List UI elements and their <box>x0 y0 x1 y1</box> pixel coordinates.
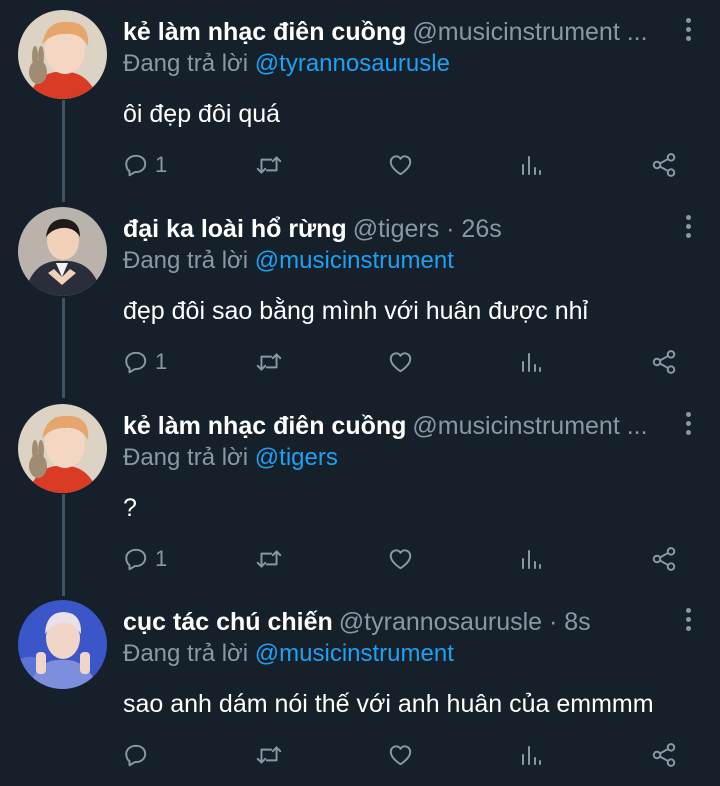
reply-count: 1 <box>155 349 168 374</box>
mention-link[interactable]: @musicinstrument <box>255 247 454 274</box>
stats-icon <box>522 746 541 765</box>
reply-prefix: Đang trả lời <box>123 247 249 274</box>
reply-prefix: Đang trả lời <box>123 50 249 77</box>
like-button[interactable] <box>387 735 414 775</box>
avatar[interactable] <box>18 10 107 99</box>
user-handle[interactable]: @musicinstrument ... <box>412 18 647 46</box>
display-name[interactable]: đại ka loài hổ rừng <box>123 215 347 243</box>
tweet-text: ôi đẹp đôi quá <box>123 100 281 128</box>
stats-button[interactable] <box>519 145 543 185</box>
share-icon <box>652 547 676 571</box>
avatar[interactable] <box>18 404 107 493</box>
like-button[interactable] <box>387 342 414 382</box>
like-button[interactable] <box>387 145 414 185</box>
stats-button[interactable] <box>519 539 543 579</box>
more-icon[interactable] <box>684 18 692 44</box>
reply-prefix: Đang trả lời <box>123 640 249 667</box>
like-button[interactable] <box>387 539 414 579</box>
mention-link[interactable]: @tigers <box>255 444 338 471</box>
tweet[interactable]: đại ka loài hổ rừng @tigers · 26s Đang tr… <box>0 197 720 393</box>
tweet-text: sao anh dám nói thế với anh huân của emm… <box>123 690 654 718</box>
stats-icon <box>522 353 541 372</box>
reply-icon <box>125 548 147 571</box>
reply-count: 1 <box>155 546 168 571</box>
mention-link[interactable]: @musicinstrument <box>255 640 454 667</box>
reply-icon <box>125 351 147 374</box>
replying-to: Đang trả lời @musicinstrument <box>123 245 454 277</box>
retweet-icon <box>256 550 282 568</box>
reply-prefix: Đang trả lời <box>123 444 249 471</box>
stats-icon <box>522 156 541 175</box>
more-icon[interactable] <box>684 608 692 634</box>
avatar[interactable] <box>18 207 107 296</box>
retweet-icon <box>256 156 282 174</box>
retweet-button[interactable] <box>255 735 283 775</box>
replying-to: Đang trả lời @musicinstrument <box>123 638 454 670</box>
display-name[interactable]: cục tác chú chiến <box>123 608 333 636</box>
mention-link[interactable]: @tyrannosaurusle <box>255 50 450 77</box>
user-handle[interactable]: @musicinstrument ... <box>412 412 647 440</box>
display-name[interactable]: kẻ làm nhạc điên cuồng <box>123 412 406 440</box>
reply-button[interactable]: 1 <box>123 539 167 579</box>
share-button[interactable] <box>650 735 678 775</box>
stats-button[interactable] <box>519 342 543 382</box>
tweet[interactable]: kẻ làm nhạc điên cuồng @musicinstrument .… <box>0 394 720 590</box>
tweet-header: kẻ làm nhạc điên cuồng @musicinstrument .… <box>123 410 674 442</box>
retweet-icon <box>256 746 282 764</box>
tweet[interactable]: cục tác chú chiến @tyrannosaurusle · 8s Đ… <box>0 590 720 786</box>
tweet-actions: 1 <box>0 145 720 185</box>
stats-icon <box>522 550 541 569</box>
tweet-text: đẹp đôi sao bằng mình với huân được nhỉ <box>123 297 589 325</box>
share-icon <box>652 743 676 767</box>
tweet-header: kẻ làm nhạc điên cuồng @musicinstrument .… <box>123 16 674 48</box>
tweet-actions: 1 <box>0 539 720 579</box>
reply-button[interactable] <box>123 735 155 775</box>
user-handle[interactable]: @tyrannosaurusle · 8s <box>339 608 591 636</box>
avatar[interactable] <box>18 600 107 689</box>
retweet-button[interactable] <box>255 342 283 382</box>
tweet-header: cục tác chú chiến @tyrannosaurusle · 8s <box>123 606 674 638</box>
tweet-header: đại ka loài hổ rừng @tigers · 26s <box>123 213 674 245</box>
reply-button[interactable]: 1 <box>123 145 167 185</box>
tweet[interactable]: kẻ làm nhạc điên cuồng @musicinstrument .… <box>0 0 720 196</box>
retweet-icon <box>256 353 282 371</box>
reply-icon <box>125 744 147 767</box>
share-button[interactable] <box>650 342 678 382</box>
stats-button[interactable] <box>519 735 543 775</box>
reply-count: 1 <box>155 152 168 177</box>
share-button[interactable] <box>650 539 678 579</box>
tweet-text: ? <box>123 494 137 522</box>
like-icon <box>389 352 412 373</box>
tweet-actions: 1 <box>0 342 720 382</box>
reply-icon <box>125 154 147 177</box>
share-icon <box>652 350 676 374</box>
share-icon <box>652 153 676 177</box>
replying-to: Đang trả lời @tyrannosaurusle <box>123 48 450 80</box>
tweet-actions <box>0 735 720 775</box>
more-icon[interactable] <box>684 215 692 241</box>
reply-button[interactable]: 1 <box>123 342 167 382</box>
more-icon[interactable] <box>684 412 692 438</box>
share-button[interactable] <box>650 145 678 185</box>
like-icon <box>389 745 412 766</box>
replying-to: Đang trả lời @tigers <box>123 442 338 474</box>
retweet-button[interactable] <box>255 145 283 185</box>
like-icon <box>389 549 412 570</box>
like-icon <box>389 155 412 176</box>
display-name[interactable]: kẻ làm nhạc điên cuồng <box>123 18 406 46</box>
user-handle[interactable]: @tigers · 26s <box>353 215 502 243</box>
retweet-button[interactable] <box>255 539 283 579</box>
